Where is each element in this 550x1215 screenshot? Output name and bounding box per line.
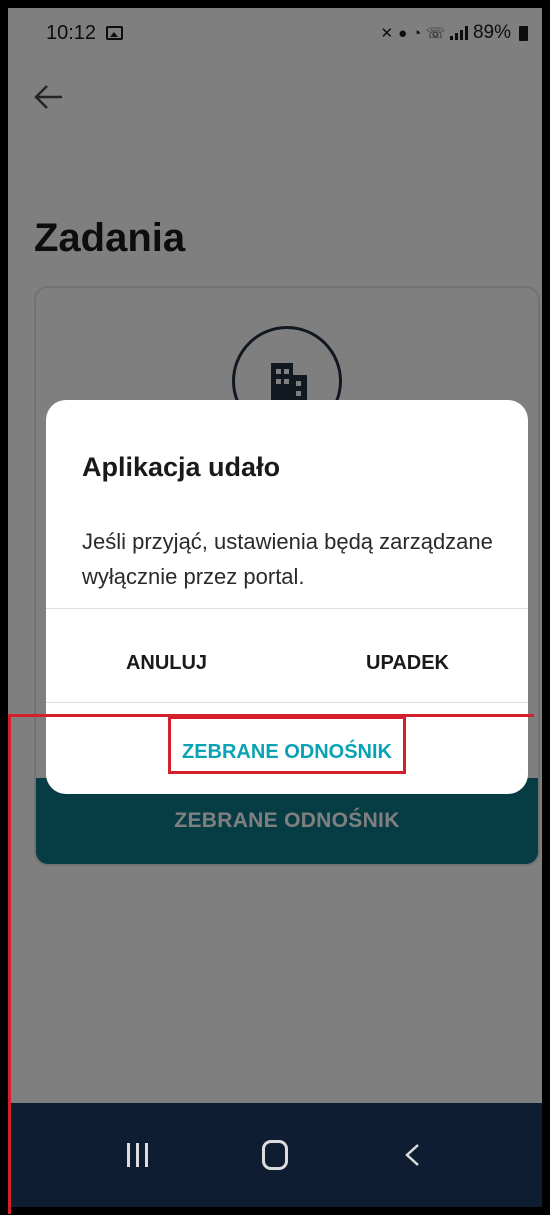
recent-apps-icon[interactable] [107, 1125, 167, 1185]
collect-link-dialog-button[interactable]: ZEBRANE ODNOŚNIK [46, 710, 528, 794]
back-icon[interactable] [383, 1125, 443, 1185]
home-icon[interactable] [245, 1125, 305, 1185]
dialog-divider-top [46, 608, 528, 609]
navigation-bar [8, 1103, 542, 1207]
phone-screen: 10:12 ✕ ● ◔ ☏ 89% Zadania [8, 8, 542, 1207]
fail-button[interactable]: UPADEK [287, 616, 528, 710]
confirm-dialog: Aplikacja udało Jeśli przyjąć, ustawieni… [46, 400, 528, 794]
dialog-divider-bottom [46, 702, 528, 703]
cancel-button[interactable]: ANULUJ [46, 616, 287, 710]
dialog-title: Aplikacja udało [82, 452, 281, 482]
dialog-message: Jeśli przyjąć, ustawienia będą zarządzan… [82, 529, 493, 589]
